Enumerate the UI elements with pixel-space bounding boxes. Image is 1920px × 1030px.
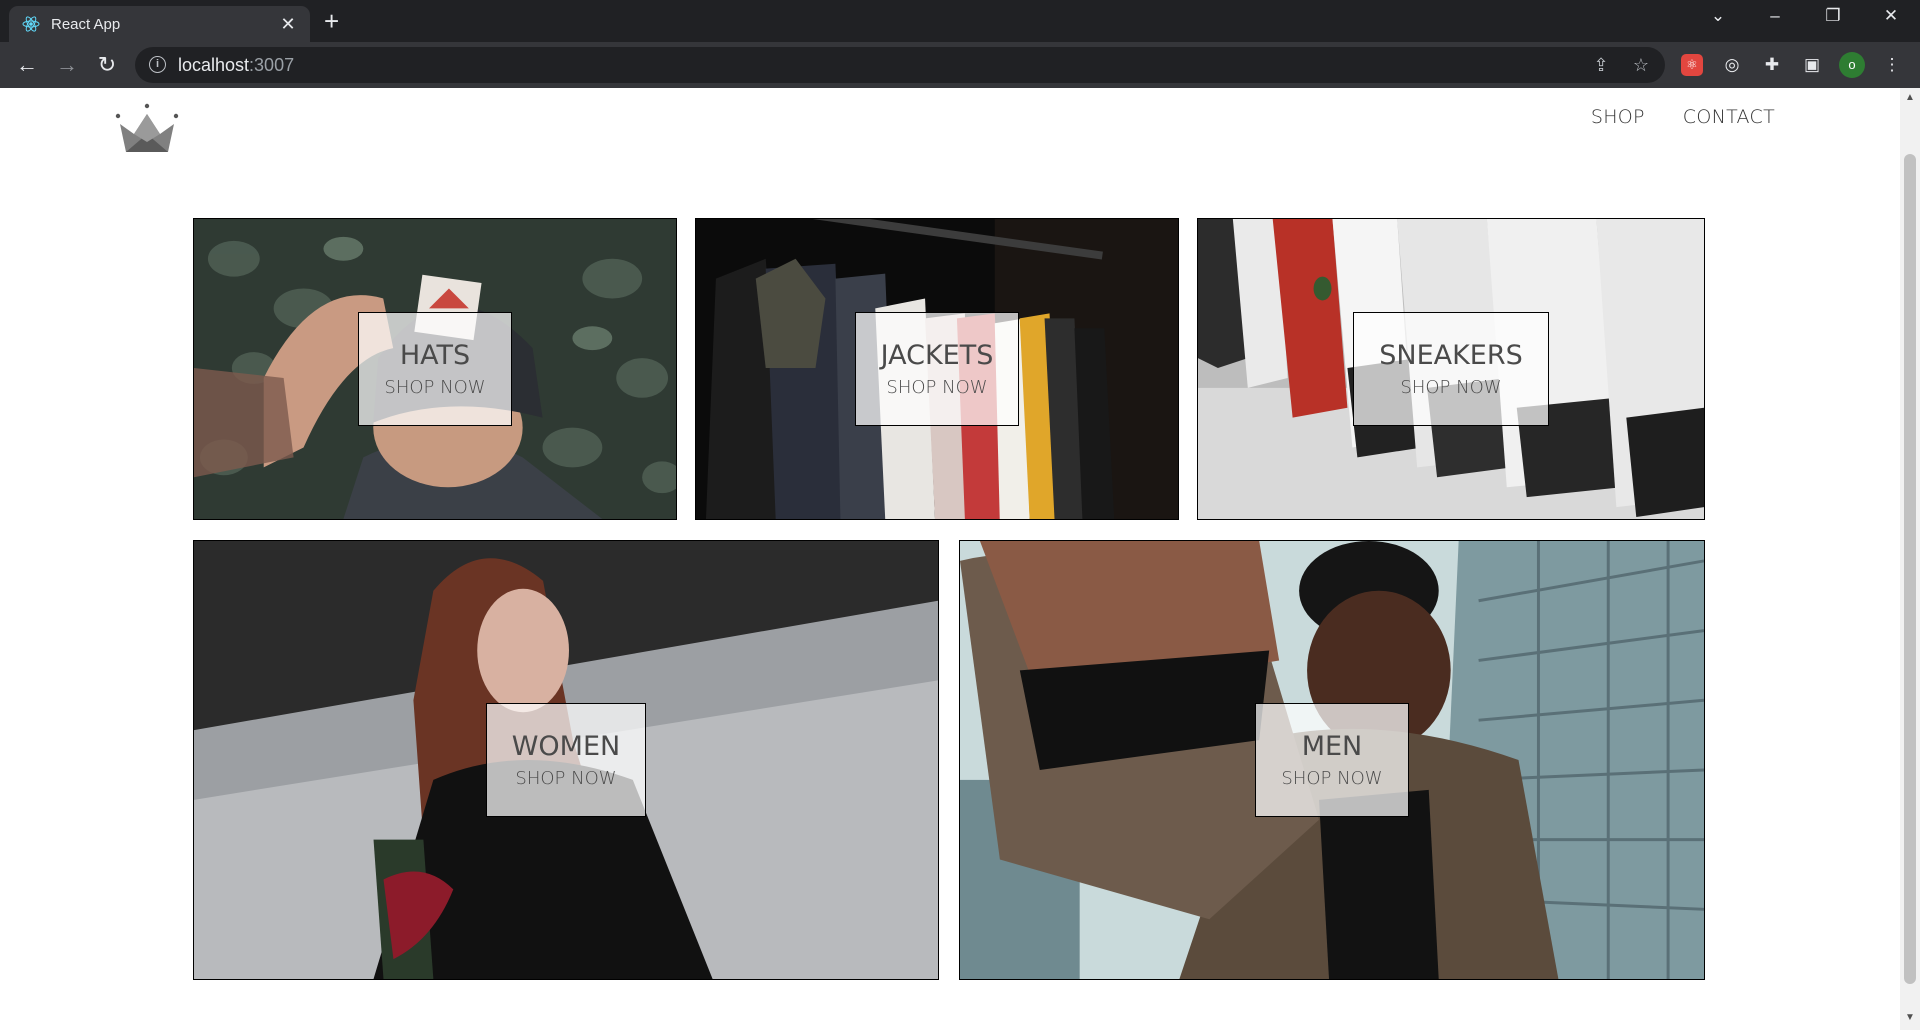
menu-subtitle: SHOP NOW xyxy=(1400,377,1502,398)
menu-kebab-icon[interactable]: ⋮ xyxy=(1879,52,1905,78)
side-panel-icon[interactable]: ▣ xyxy=(1799,52,1825,78)
site-info-icon[interactable]: i xyxy=(149,56,166,73)
browser-tabbar: React App ✕ + ⌄ – ❐ ✕ xyxy=(0,0,1920,42)
menu-subtitle: SHOP NOW xyxy=(515,768,617,789)
share-icon[interactable]: ⇪ xyxy=(1590,54,1612,76)
menu-item-sneakers[interactable]: SNEAKERS SHOP NOW xyxy=(1197,218,1705,520)
address-bar[interactable]: i localhost:3007 ⇪ ☆ xyxy=(135,47,1665,83)
menu-item-jackets[interactable]: JACKETS SHOP NOW xyxy=(695,218,1179,520)
menu-item-women[interactable]: WOMEN SHOP NOW xyxy=(193,540,939,980)
menu-content-jackets[interactable]: JACKETS SHOP NOW xyxy=(854,312,1020,426)
react-devtools-extension-icon[interactable]: ⚛ xyxy=(1681,54,1703,76)
target-extension-icon[interactable]: ◎ xyxy=(1719,52,1745,78)
reload-icon[interactable]: ↻ xyxy=(92,50,122,80)
crown-icon[interactable] xyxy=(112,102,182,158)
menu-subtitle: SHOP NOW xyxy=(886,377,988,398)
menu-subtitle: SHOP NOW xyxy=(1281,768,1383,789)
url-host: localhost xyxy=(178,55,250,75)
react-icon xyxy=(22,16,40,32)
page-viewport: SHOP CONTACT HATS SHOP NOW JACKETS SHOP … xyxy=(0,88,1900,1030)
nav-shop-link[interactable]: SHOP xyxy=(1591,106,1645,128)
restore-button[interactable]: ❐ xyxy=(1818,6,1848,26)
back-arrow-icon[interactable]: ← xyxy=(12,50,42,80)
bookmark-star-icon[interactable]: ☆ xyxy=(1630,54,1652,76)
tab-title: React App xyxy=(51,15,121,33)
scroll-down-arrow-icon[interactable]: ▼ xyxy=(1904,1012,1916,1023)
menu-content-men[interactable]: MEN SHOP NOW xyxy=(1255,703,1409,817)
extensions-puzzle-icon[interactable]: ✚ xyxy=(1759,52,1785,78)
profile-avatar[interactable]: o xyxy=(1839,52,1865,78)
menu-title: MEN xyxy=(1301,731,1363,762)
tab-close-icon[interactable]: ✕ xyxy=(278,14,298,35)
menu-subtitle: SHOP NOW xyxy=(384,377,486,398)
menu-title: SNEAKERS xyxy=(1379,340,1523,371)
tab-search-icon[interactable]: ⌄ xyxy=(1703,6,1733,26)
scroll-thumb[interactable] xyxy=(1904,154,1916,984)
url-port: :3007 xyxy=(249,55,295,75)
browser-tab[interactable]: React App ✕ xyxy=(9,6,310,42)
vertical-scrollbar[interactable]: ▲ ▼ xyxy=(1900,88,1920,1030)
address-url: localhost:3007 xyxy=(178,55,294,76)
browser-toolbar: ← → ↻ i localhost:3007 ⇪ ☆ ⚛ ◎ ✚ ▣ o ⋮ xyxy=(0,42,1920,88)
minimize-button[interactable]: – xyxy=(1760,6,1790,26)
nav-contact-link[interactable]: CONTACT xyxy=(1683,106,1775,128)
menu-content-hats[interactable]: HATS SHOP NOW xyxy=(358,312,512,426)
menu-item-hats[interactable]: HATS SHOP NOW xyxy=(193,218,677,520)
new-tab-button[interactable]: + xyxy=(324,8,339,34)
scroll-up-arrow-icon[interactable]: ▲ xyxy=(1904,92,1916,103)
menu-title: JACKETS xyxy=(880,340,994,371)
menu-title: HATS xyxy=(399,340,471,371)
header-nav: SHOP CONTACT xyxy=(1591,106,1775,128)
menu-title: WOMEN xyxy=(511,731,621,762)
window-close-button[interactable]: ✕ xyxy=(1876,6,1906,26)
menu-content-women[interactable]: WOMEN SHOP NOW xyxy=(485,703,647,817)
menu-item-men[interactable]: MEN SHOP NOW xyxy=(959,540,1705,980)
forward-arrow-icon[interactable]: → xyxy=(52,50,82,80)
menu-content-sneakers[interactable]: SNEAKERS SHOP NOW xyxy=(1353,312,1549,426)
